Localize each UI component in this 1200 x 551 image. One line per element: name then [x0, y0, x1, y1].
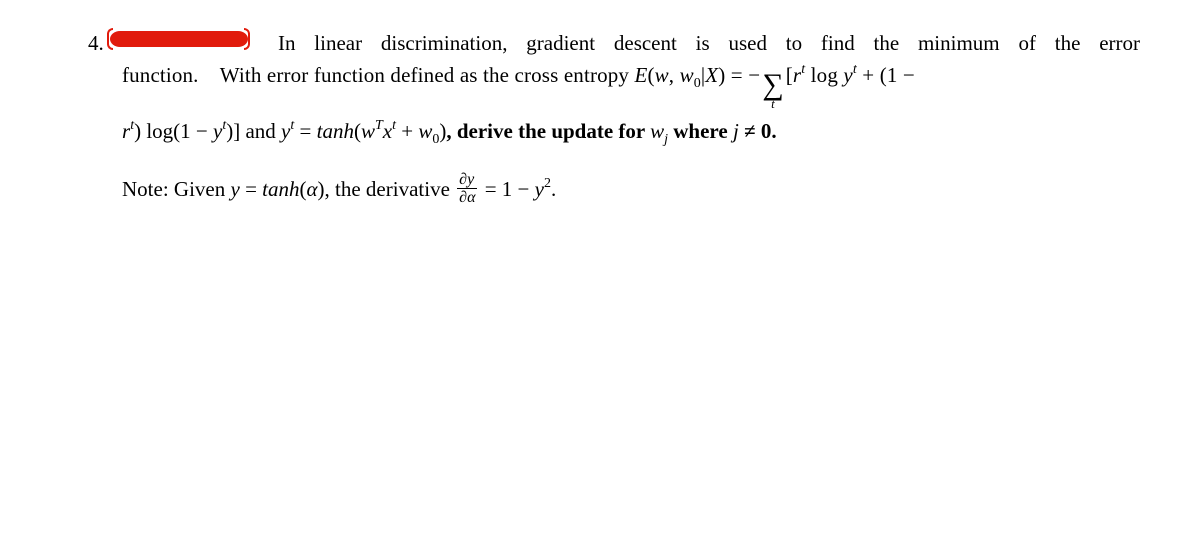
sigma-sub: t [771, 94, 775, 114]
sym-wj-w: w [650, 119, 664, 143]
sup-2: 2 [544, 176, 551, 191]
partial-2: ∂ [459, 189, 467, 206]
sym-w: w [655, 63, 669, 87]
derive-text: , derive the update for [446, 119, 650, 143]
text-line2-pre: function. With error function defined as… [122, 63, 634, 87]
den-alpha: α [467, 189, 475, 206]
sym-w0-w: w [680, 63, 694, 87]
lbrack: [ [786, 63, 793, 87]
eq-3: = [240, 177, 262, 201]
line-1: In linear discrimination, gradient desce… [122, 28, 1140, 60]
problem-body: In linear discrimination, gradient desce… [122, 28, 1140, 208]
sup-t-6: t [392, 118, 396, 133]
sym-X: X [705, 63, 718, 87]
where-text: where [668, 119, 733, 143]
text-line1: In linear discrimination, gradient desce… [278, 31, 1140, 55]
note-line: Note: Given y = tanh(α), the derivative … [122, 174, 1140, 209]
paren-open-2: ( [354, 119, 361, 143]
sym-y-3: y [281, 119, 290, 143]
paren-open-3: ( [300, 177, 307, 201]
one-minus: = 1 − [479, 177, 534, 201]
plus: + [396, 119, 418, 143]
line-2: function. With error function defined as… [122, 60, 1140, 108]
sup-t-5: t [290, 118, 294, 133]
sup-t-4: t [222, 118, 226, 133]
alpha: α [307, 177, 318, 201]
sym-r-2: r [122, 119, 130, 143]
plus-open: + (1 − [857, 63, 915, 87]
comma: , [669, 63, 680, 87]
frac-den: ∂α [457, 188, 477, 207]
tanh-1: tanh [317, 119, 354, 143]
dot: . [551, 177, 556, 201]
sym-y-1: y [843, 63, 852, 87]
paren-open: ( [647, 63, 654, 87]
sym-w-2: w [361, 119, 375, 143]
minus: − [748, 63, 760, 87]
paren-close-3: ) [318, 177, 325, 201]
note-mid: , the derivative [325, 177, 456, 201]
neq: ≠ 0. [739, 119, 777, 143]
and: and [240, 119, 281, 143]
num-y: y [467, 171, 474, 188]
sym-y-2: y [213, 119, 222, 143]
note-pre: Note: Given [122, 177, 230, 201]
sigma: ∑ t [762, 70, 784, 108]
redaction-mark [110, 30, 260, 54]
problem-4: 4. In linear discrimination, gradient de… [88, 28, 1140, 208]
redaction-right [244, 28, 250, 50]
tanh-2: tanh [262, 177, 299, 201]
sub-0: 0 [694, 76, 701, 91]
partial-1: ∂ [459, 171, 467, 188]
sup-t-3: t [130, 118, 134, 133]
rparen-log: ) log(1 − [134, 119, 213, 143]
fraction-dy-da: ∂y ∂α [457, 172, 477, 207]
sym-r: r [793, 63, 801, 87]
sup-t-2: t [853, 62, 857, 77]
eq: = [725, 63, 748, 87]
line-3: rt) log(1 − yt)] and yt = tanh(wTxt + w0… [122, 116, 1140, 150]
sym-y-5: y [535, 177, 544, 201]
log-1: log [805, 63, 843, 87]
sym-y-4: y [230, 177, 239, 201]
sym-w0-w-2: w [418, 119, 432, 143]
sym-E: E [634, 63, 647, 87]
sym-x: x [383, 119, 392, 143]
redaction-stroke [110, 31, 248, 47]
problem-number: 4. [88, 28, 104, 60]
sup-T: T [375, 118, 383, 133]
rbrack: )] [226, 119, 240, 143]
eq-2: = [294, 119, 316, 143]
frac-num: ∂y [457, 172, 477, 188]
sup-t-1: t [801, 62, 805, 77]
